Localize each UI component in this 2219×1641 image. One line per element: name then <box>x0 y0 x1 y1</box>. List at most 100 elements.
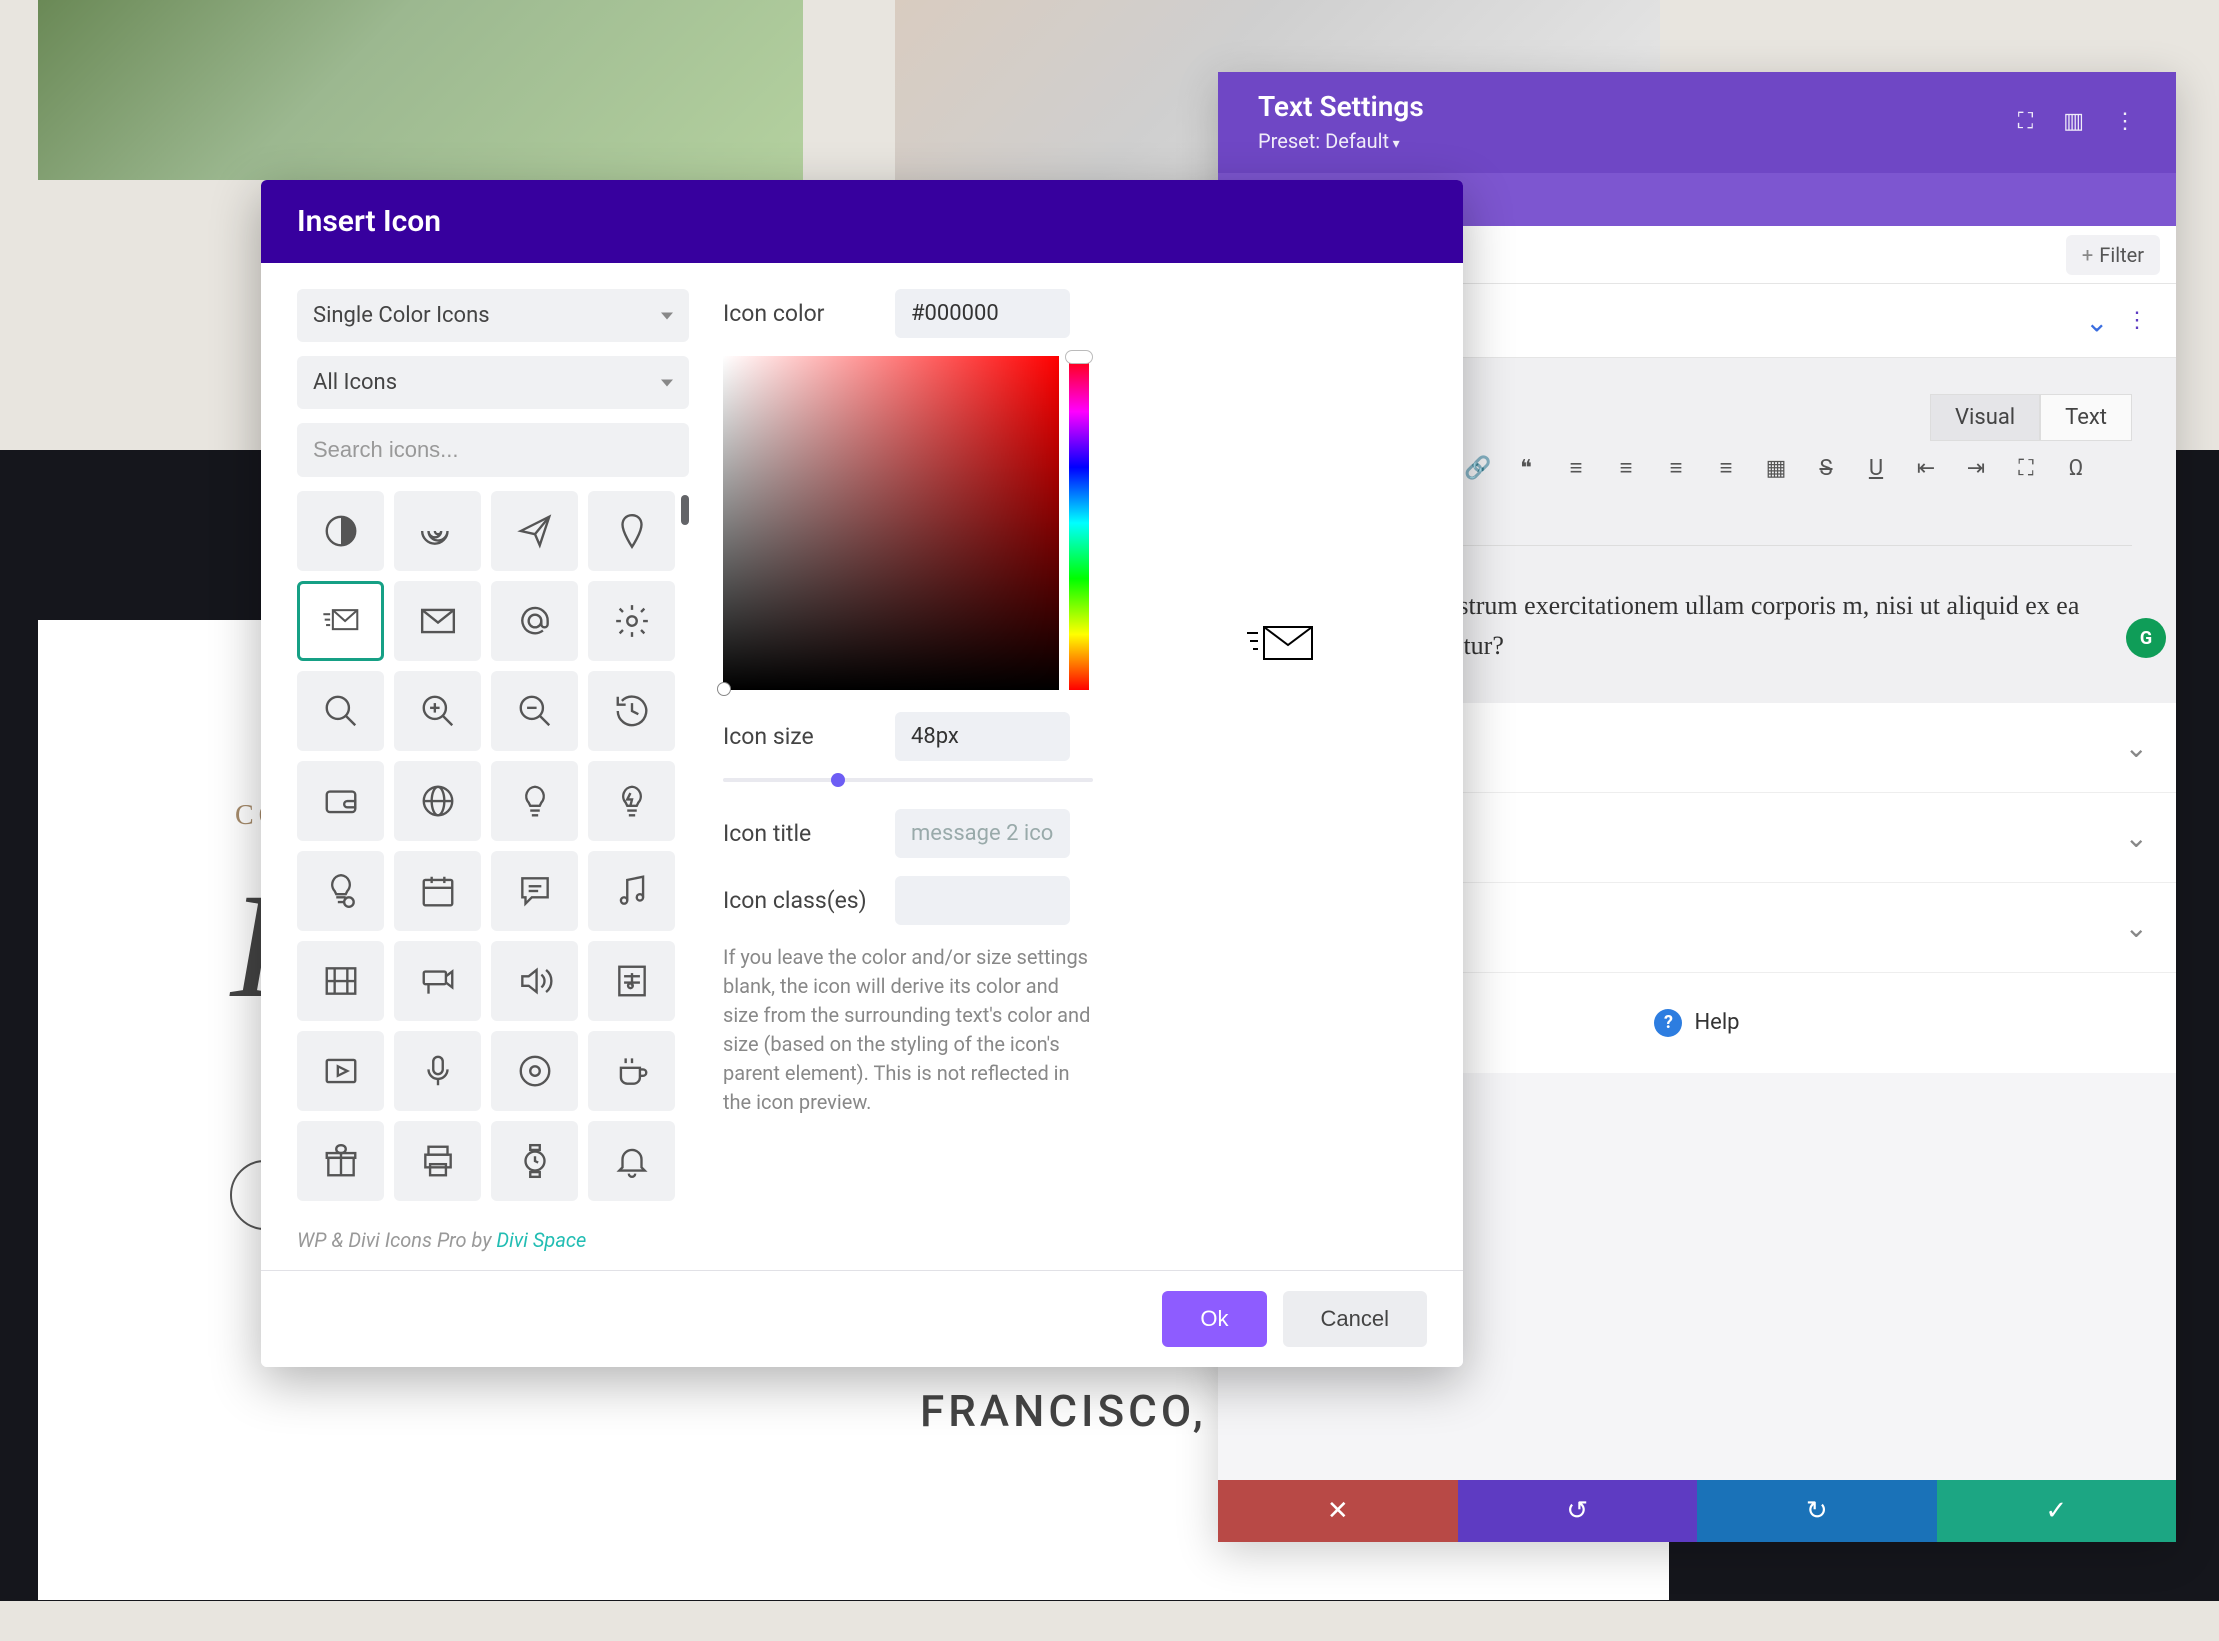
wallet-icon[interactable] <box>297 761 384 841</box>
paper-plane-icon[interactable] <box>491 491 578 571</box>
text-settings-title: Text Settings <box>1258 90 1424 123</box>
redo-button[interactable]: ↻ <box>1697 1480 1937 1542</box>
confirm-button[interactable]: ✓ <box>1937 1480 2177 1542</box>
slider-track <box>723 778 1093 782</box>
chevron-down-icon: ⌄ <box>2125 911 2148 944</box>
indent-icon[interactable]: ⇥ <box>1964 456 1988 481</box>
speaker-icon[interactable] <box>491 941 578 1021</box>
help-icon: ? <box>1654 1009 1682 1037</box>
cctv-icon[interactable] <box>394 941 481 1021</box>
leaf-contrast-icon[interactable] <box>297 491 384 571</box>
lightbulb-gear-icon[interactable] <box>297 851 384 931</box>
lightbulb-flash-icon[interactable] <box>588 761 675 841</box>
film-icon[interactable] <box>297 941 384 1021</box>
icon-color-field: Icon color <box>723 289 1093 338</box>
ok-button[interactable]: Ok <box>1162 1291 1266 1347</box>
zoom-in-icon[interactable] <box>394 671 481 751</box>
icon-type-select[interactable]: Single Color Icons <box>297 289 689 342</box>
modal-left-column: Single Color Icons All Icons WP & Divi I… <box>297 289 689 1258</box>
microphone-icon[interactable] <box>394 1031 481 1111</box>
icon-color-label: Icon color <box>723 300 883 327</box>
icon-preview <box>1133 289 1427 1258</box>
pin-icon[interactable] <box>588 491 675 571</box>
justify-icon[interactable]: ≡ <box>1714 455 1738 481</box>
outdent-icon[interactable]: ⇤ <box>1914 456 1938 481</box>
icon-category-select[interactable]: All Icons <box>297 356 689 409</box>
align-right-icon[interactable]: ≡ <box>1664 455 1688 481</box>
color-sv-handle[interactable] <box>717 682 731 696</box>
gift-icon[interactable] <box>297 1121 384 1201</box>
lightbulb-icon[interactable] <box>491 761 578 841</box>
calendar-icon[interactable] <box>394 851 481 931</box>
music-note-icon[interactable] <box>588 851 675 931</box>
text-settings-header: Text Settings Preset: Default ⛶ ▥ ⋮ <box>1218 72 2176 173</box>
icon-class-label: Icon class(es) <box>723 887 883 914</box>
insert-icon-modal: Insert Icon Single Color Icons All Icons… <box>261 180 1463 1367</box>
bell-icon[interactable] <box>588 1121 675 1201</box>
settings-help-text: If you leave the color and/or size setti… <box>723 943 1093 1117</box>
icon-grid <box>297 491 689 1201</box>
editor-tab-text[interactable]: Text <box>2040 394 2132 441</box>
spiral-icon[interactable] <box>394 491 481 571</box>
align-center-icon[interactable]: ≡ <box>1614 455 1638 481</box>
sheet-music-icon[interactable] <box>588 941 675 1021</box>
discard-button[interactable]: ✕ <box>1218 1480 1458 1542</box>
expand-icon[interactable]: ⛶ <box>2018 109 2033 134</box>
message-lines-icon <box>1244 619 1316 667</box>
color-saturation-panel[interactable] <box>723 356 1059 690</box>
search-icon[interactable] <box>297 671 384 751</box>
panel-layout-icon[interactable]: ▥ <box>2063 109 2084 134</box>
table-icon[interactable]: ▦ <box>1764 456 1788 481</box>
grammarly-badge-icon[interactable]: G <box>2126 618 2166 658</box>
credit-link[interactable]: Divi Space <box>496 1228 586 1252</box>
cancel-button[interactable]: Cancel <box>1283 1291 1427 1347</box>
undo-button[interactable]: ↺ <box>1458 1480 1698 1542</box>
fullscreen-icon[interactable]: ⛶ <box>2014 456 2038 481</box>
row-menu-icon[interactable]: ⋮ <box>2126 308 2148 333</box>
credit-prefix: WP & Divi Icons Pro by <box>297 1228 496 1252</box>
panel-footer-actions: ✕ ↺ ↻ ✓ <box>1218 1480 2176 1542</box>
icon-grid-scrollbar[interactable] <box>681 495 689 525</box>
credit-text: WP & Divi Icons Pro by Divi Space <box>297 1210 689 1258</box>
disc-icon[interactable] <box>491 1031 578 1111</box>
link-icon[interactable]: 🔗 <box>1464 456 1488 481</box>
chevron-down-icon: ⌄ <box>2125 731 2148 764</box>
play-box-icon[interactable] <box>297 1031 384 1111</box>
icon-search-field[interactable] <box>297 423 689 477</box>
panel-menu-icon[interactable]: ⋮ <box>2114 109 2136 134</box>
printer-icon[interactable] <box>394 1121 481 1201</box>
icon-size-input[interactable] <box>895 712 1070 761</box>
icon-color-input[interactable] <box>895 289 1070 338</box>
gear-icon[interactable] <box>588 581 675 661</box>
icon-grid-scroll[interactable] <box>297 491 689 1210</box>
omega-icon[interactable]: Ω <box>2064 456 2088 481</box>
color-hue-handle[interactable] <box>1065 350 1093 364</box>
watch-icon[interactable] <box>491 1121 578 1201</box>
at-sign-icon[interactable] <box>491 581 578 661</box>
help-label: Help <box>1694 1010 1739 1035</box>
chat-icon[interactable] <box>491 851 578 931</box>
preset-dropdown[interactable]: Preset: Default <box>1258 129 1424 153</box>
slider-thumb[interactable] <box>831 773 845 787</box>
icon-search-input[interactable] <box>313 437 673 463</box>
strikethrough-icon[interactable]: S <box>1814 456 1838 481</box>
history-icon[interactable] <box>588 671 675 751</box>
editor-tab-visual[interactable]: Visual <box>1930 394 2040 441</box>
filter-button[interactable]: Filter <box>2066 235 2160 275</box>
coffee-icon[interactable] <box>588 1031 675 1111</box>
envelope-icon[interactable] <box>394 581 481 661</box>
zoom-out-icon[interactable] <box>491 671 578 751</box>
modal-footer: Ok Cancel <box>261 1270 1463 1367</box>
chevron-down-icon: ⌄ <box>2125 821 2148 854</box>
underline-icon[interactable]: U <box>1864 456 1888 481</box>
quote-icon[interactable]: ❝ <box>1514 456 1538 481</box>
icon-class-input[interactable] <box>895 876 1070 925</box>
color-hue-strip[interactable] <box>1069 356 1089 690</box>
align-left-icon[interactable]: ≡ <box>1564 455 1588 481</box>
message-lines-icon[interactable] <box>297 581 384 661</box>
icon-size-slider[interactable] <box>723 773 1093 787</box>
icon-title-input[interactable] <box>895 809 1070 858</box>
globe-icon[interactable] <box>394 761 481 841</box>
background-image-1 <box>38 0 803 180</box>
modal-title: Insert Icon <box>261 180 1463 263</box>
